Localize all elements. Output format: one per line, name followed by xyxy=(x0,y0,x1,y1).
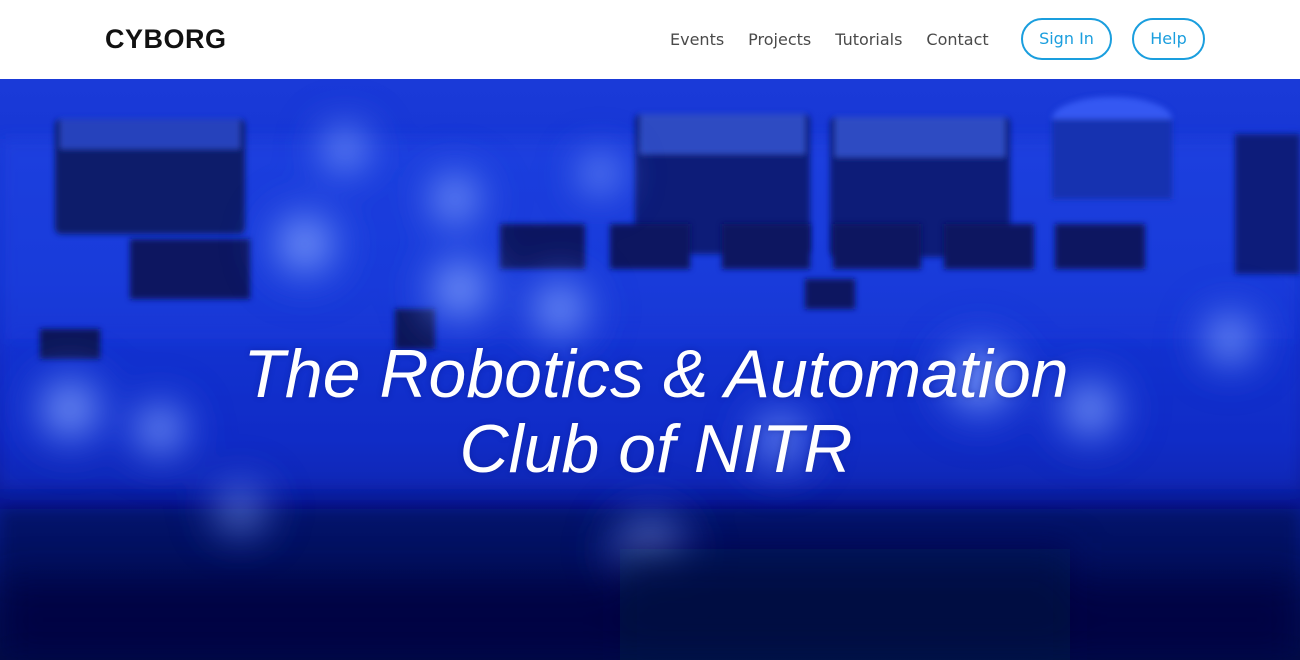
nav-link-projects[interactable]: Projects xyxy=(748,28,811,52)
sign-in-button[interactable]: Sign In xyxy=(1021,18,1112,60)
nav-links: Events Projects Tutorials Contact xyxy=(670,28,1013,52)
hero-section: The Robotics & Automation Club of NITR xyxy=(0,79,1300,660)
hero-title-line-2: Club of NITR xyxy=(459,411,853,487)
brand-logo[interactable]: CYBORG xyxy=(105,22,227,56)
nav-link-contact[interactable]: Contact xyxy=(926,28,988,52)
navbar: CYBORG Events Projects Tutorials Contact… xyxy=(0,0,1300,79)
hero-title-line-1: The Robotics & Automation xyxy=(243,336,1069,412)
help-button[interactable]: Help xyxy=(1132,18,1205,60)
nav-link-tutorials[interactable]: Tutorials xyxy=(835,28,902,52)
nav-link-events[interactable]: Events xyxy=(670,28,724,52)
hero-title: The Robotics & Automation Club of NITR xyxy=(0,337,1300,487)
